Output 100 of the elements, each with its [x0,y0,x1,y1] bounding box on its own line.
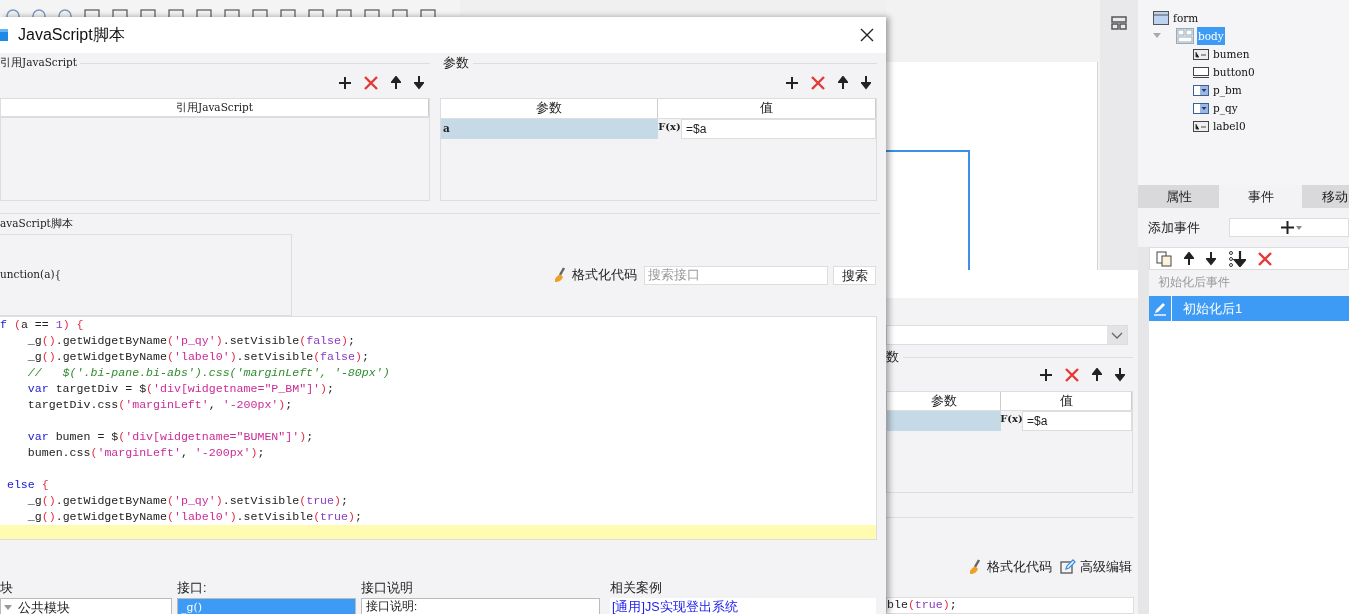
app-icon [0,27,10,43]
column-header: 值 [658,99,876,118]
code-line: f (a == 1) { [0,317,85,333]
pencil-icon [1153,301,1167,316]
tree-item[interactable]: p_qy [1212,99,1239,117]
column-label: 相关案例 [610,580,662,597]
add-icon[interactable] [339,77,351,89]
widget-icon [392,7,408,17]
label-widget-icon [1193,120,1209,132]
value-field[interactable]: =$a [681,119,876,139]
format-code-link[interactable]: 格式化代码 [572,265,637,285]
chevron-down-icon [1111,331,1123,339]
broom-icon[interactable] [554,267,568,283]
tree-item[interactable]: p_bm [1212,81,1243,99]
tree-item[interactable]: 公共模块 [16,598,70,614]
up-arrow-icon[interactable] [1092,368,1102,382]
code-line: _g().getWidgetByName('label0').setVisible(false); [26,349,370,365]
add-event-label: 添加事件 [1148,218,1201,237]
table-cell[interactable] [887,411,1001,431]
tree-item[interactable]: form [1172,9,1200,27]
section-label: 数 [886,348,900,367]
up-arrow-icon[interactable] [391,76,401,90]
delete-icon[interactable] [811,76,825,90]
delete-icon[interactable] [1065,368,1079,382]
delete-icon[interactable] [1258,251,1272,266]
label-widget-icon [1193,48,1209,60]
code-line: _g().getWidgetByName('label0').setVisible(true); [26,509,363,525]
widget-icon [84,7,100,17]
description-text: 接口说明: [366,600,418,613]
section-label: 参数 [442,54,470,72]
column-label: 接口说明 [361,580,413,597]
add-icon[interactable] [1040,369,1052,381]
window-title: JavaScript脚本 [18,25,125,45]
code-line: else { [5,477,50,493]
value-field[interactable]: =$a [1022,411,1132,431]
widget-icon [420,7,436,17]
widget-icon [336,7,352,17]
edit-icon[interactable] [1060,559,1076,575]
add-event-dropdown[interactable] [1229,218,1349,237]
layout-icon [1111,16,1127,30]
code-line: targetDiv.css('marginLeft', '-200px'); [26,397,294,413]
function-signature: unction(a){ [0,267,62,283]
expand-caret-icon[interactable] [4,605,12,611]
search-field[interactable]: 搜索接口 [644,265,828,285]
format-code-link[interactable]: 格式化代码 [987,557,1052,577]
column-header: 值 [1001,392,1132,410]
code-line: bumen.css('marginLeft', '-200px'); [26,445,266,461]
widget-icon [6,7,20,17]
widget-icon [308,7,324,17]
column-header: 引用JavaScript [1,99,429,116]
section-label: avaScript脚本 [0,216,73,232]
widget-icon [252,7,268,17]
tree-item[interactable]: button0 [1212,63,1256,81]
column-label: 接口: [177,580,207,597]
column-header: 参数 [441,99,658,118]
property-tab[interactable]: 移动 [1302,185,1349,208]
column-header: 参数 [887,392,1001,410]
tree-item[interactable]: label0 [1212,117,1247,135]
code-line: _g().getWidgetByName('p_qy').setVisible(true); [26,493,349,509]
search-button[interactable]: 搜索 [833,265,876,285]
down-arrow-icon[interactable] [414,76,424,90]
layout-icon [1176,28,1194,44]
down-arrow-icon[interactable] [1115,368,1125,382]
widget-icon [224,7,240,17]
widget-icon [364,7,380,17]
up-arrow-icon[interactable] [838,76,848,90]
property-tab[interactable]: 事件 [1219,185,1302,208]
up-arrow-icon[interactable] [1184,251,1194,266]
column-label: 块 [0,580,13,597]
table-cell[interactable]: a [441,119,658,139]
dropdown-field[interactable] [886,325,1128,345]
widget-icon [280,7,296,17]
widget-icon [32,7,46,17]
code-line: var bumen = $('div[widgetname="BUMEN"]'); [26,429,315,445]
caret-icon [1295,225,1302,230]
code-line: // $('.bi-pane.bi-abs').css('marginLeft', '-80px') [26,365,391,381]
move-to-bottom-icon[interactable] [1228,250,1246,267]
copy-icon[interactable] [1156,250,1172,267]
widget-icon [196,7,212,17]
dropdown-widget-icon [1193,102,1209,114]
widget-icon [168,7,184,17]
down-arrow-icon[interactable] [861,76,871,90]
button-widget-icon [1193,66,1209,78]
down-arrow-icon[interactable] [1206,251,1216,266]
code-line: ble(true); [887,599,958,611]
widget-icon [58,7,72,17]
property-tab[interactable]: 属性 [1138,185,1219,208]
form-icon [1153,11,1169,25]
broom-icon[interactable] [969,559,983,575]
tree-item[interactable]: bumen [1212,45,1251,63]
widget-icon [112,7,128,17]
section-label: 引用JavaScript [0,55,79,71]
widget-icon [140,7,156,17]
code-line: _g().getWidgetByName('p_qy').setVisible(false); [26,333,356,349]
code-line: var targetDiv = $('div[widgetname="P_BM"]'); [26,381,335,397]
delete-icon[interactable] [364,76,378,90]
add-icon[interactable] [786,77,798,89]
dropdown-widget-icon [1193,84,1209,96]
close-icon[interactable] [860,28,874,42]
advanced-edit-link[interactable]: 高级编辑 [1080,557,1132,577]
